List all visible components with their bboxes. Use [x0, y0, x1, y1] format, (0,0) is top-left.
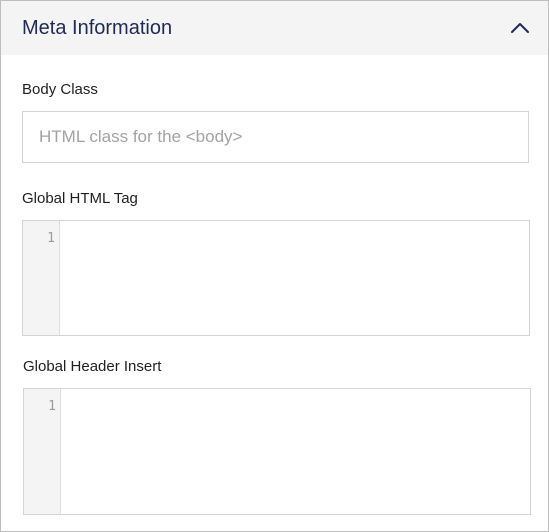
code-input-area[interactable] [60, 221, 529, 335]
panel-title: Meta Information [22, 17, 173, 39]
code-input-area[interactable] [61, 389, 530, 514]
meta-information-panel: Meta Information Body Class Global HTML … [0, 0, 549, 532]
global-html-tag-label: Global HTML Tag [22, 190, 138, 207]
line-number: 1 [47, 231, 55, 246]
body-class-input[interactable] [22, 111, 529, 163]
line-number-gutter: 1 [24, 389, 61, 514]
chevron-up-icon[interactable] [509, 18, 531, 38]
panel-header[interactable]: Meta Information [1, 1, 548, 55]
global-html-tag-editor[interactable]: 1 [22, 220, 530, 336]
global-header-insert-label: Global Header Insert [23, 358, 162, 375]
line-number: 1 [48, 399, 56, 414]
line-number-gutter: 1 [23, 221, 60, 335]
body-class-label: Body Class [22, 81, 98, 98]
global-header-insert-editor[interactable]: 1 [23, 388, 531, 515]
